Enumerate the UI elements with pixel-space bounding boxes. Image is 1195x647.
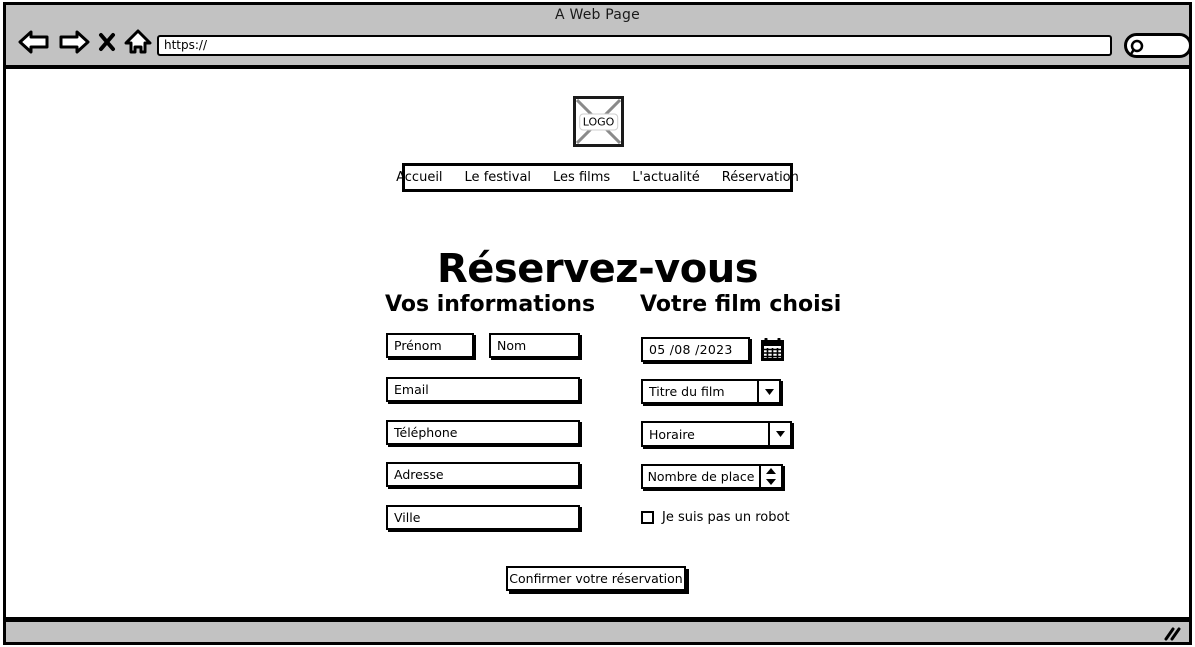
page-viewport [3,69,1192,620]
site-logo: LOGO [573,96,624,147]
prenom-input[interactable]: Prénom [386,333,474,358]
forward-arrow-icon[interactable] [57,29,91,55]
nombre-de-place-value: Nombre de place [647,469,755,484]
window-title: A Web Page [555,7,640,23]
url-input[interactable]: https:// [157,35,1112,56]
calendar-icon[interactable] [761,337,784,365]
film-title-select-value: Titre du film [649,384,725,399]
robot-checkbox[interactable] [641,511,654,524]
site-navigation: Accueil Le festival Les films L'actualit… [396,163,799,192]
date-input[interactable]: 05 /08 /2023 [641,337,750,362]
page-title: Réservez-vous [436,245,759,292]
browser-chrome: A Web Page https:// [3,2,1192,69]
section-heading-votre-film-choisi: Votre film choisi [640,292,842,317]
email-input[interactable]: Email [386,377,580,402]
chevron-down-icon [768,423,790,445]
film-title-select[interactable]: Titre du film [641,379,781,404]
search-box[interactable] [1124,33,1192,58]
close-x-icon[interactable] [97,30,117,54]
telephone-input[interactable]: Téléphone [386,420,580,445]
browser-statusbar [3,619,1192,645]
browser-window: A Web Page https:// LOGO Accueil Le fest… [0,0,1195,647]
ville-input[interactable]: Ville [386,505,580,530]
robot-checkbox-row[interactable]: Je suis pas un robot [641,510,790,525]
section-heading-vos-informations: Vos informations [385,292,596,317]
nav-item-reservation[interactable]: Réservation [722,170,799,185]
resize-grip-icon[interactable] [1162,626,1182,645]
horaire-select[interactable]: Horaire [641,421,792,447]
nav-item-le-festival[interactable]: Le festival [465,170,531,185]
adresse-input[interactable]: Adresse [386,462,580,487]
confirm-reservation-button[interactable]: Confirmer votre réservation [506,566,686,591]
horaire-select-value: Horaire [649,426,695,442]
browser-nav-icons [17,28,153,56]
logo-label: LOGO [578,113,619,130]
nav-item-lactualite[interactable]: L'actualité [632,170,700,185]
home-icon[interactable] [123,28,153,56]
date-value: 05 /08 /2023 [649,342,733,357]
nav-item-les-films[interactable]: Les films [553,170,610,185]
spinner-up-down-icon[interactable] [759,466,781,487]
chevron-down-icon [757,381,779,402]
back-arrow-icon[interactable] [17,29,51,55]
robot-checkbox-label: Je suis pas un robot [662,510,790,525]
nav-item-accueil[interactable]: Accueil [396,170,442,185]
nom-input[interactable]: Nom [489,333,580,358]
nombre-de-place-stepper[interactable]: Nombre de place [641,464,783,489]
